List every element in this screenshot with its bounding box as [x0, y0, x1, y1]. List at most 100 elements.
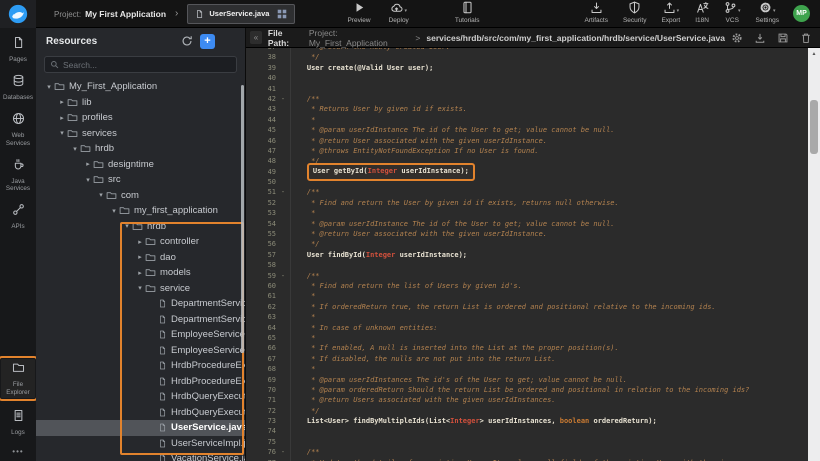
sidebar-item-java-services[interactable]: Java Services [1, 158, 35, 192]
code-line-54[interactable]: 54 * @param userIdInstance The id of the… [246, 219, 808, 229]
code-line-67[interactable]: 67 * If disabled, the nulls are not put … [246, 354, 808, 364]
editor-settings-button[interactable] [731, 32, 743, 44]
preview-button[interactable]: Preview [347, 3, 370, 24]
tree-item-departmentservice-java[interactable]: DepartmentService.java [36, 296, 245, 312]
tree-item-lib[interactable]: ▸lib [36, 95, 245, 111]
code-line-70[interactable]: 70 * @param orderedReturn Should the ret… [246, 385, 808, 395]
code-line-39[interactable]: 39 User create(@Valid User user); [246, 63, 808, 73]
add-resource-button[interactable]: + [200, 34, 215, 49]
code-line-38[interactable]: 38 */ [246, 52, 808, 62]
caret-down-icon[interactable]: ▾ [96, 191, 106, 199]
code-line-75[interactable]: 75 [246, 437, 808, 447]
tree-item-userservice-java[interactable]: UserService.java [36, 420, 245, 436]
tutorials-button[interactable]: Tutorials [455, 3, 480, 24]
security-button[interactable]: Security [623, 3, 646, 24]
collapse-panel-button[interactable]: « [250, 31, 262, 44]
code-line-49[interactable]: 49 User getById(Integer userIdInstance); [246, 167, 808, 177]
code-line-55[interactable]: 55 * @return User associated with the gi… [246, 229, 808, 239]
code-line-65[interactable]: 65 * [246, 333, 808, 343]
tree-item-my-first-application[interactable]: ▾my_first_application [36, 203, 245, 219]
code-line-57[interactable]: 57 User findById(Integer userIdInstance)… [246, 250, 808, 260]
grid-icon[interactable] [277, 9, 287, 19]
code-line-45[interactable]: 45 * @param userIdInstance The id of the… [246, 125, 808, 135]
tree-item-dao[interactable]: ▸dao [36, 250, 245, 266]
tree-item-models[interactable]: ▸models [36, 265, 245, 281]
app-logo-icon[interactable] [0, 0, 36, 28]
sidebar-item-apis[interactable]: APIs [1, 203, 35, 230]
code-line-62[interactable]: 62 * If orderedReturn true, the return L… [246, 302, 808, 312]
code-line-77[interactable]: 77 * Updates the details of an existing … [246, 458, 808, 461]
tree-item-my-first-application[interactable]: ▾My_First_Application [36, 79, 245, 95]
code-line-61[interactable]: 61 * [246, 291, 808, 301]
tree-item-hrdbprocedureexecutorservice-java[interactable]: HrdbProcedureExecutorService.java [36, 358, 245, 374]
code-line-41[interactable]: 41 [246, 84, 808, 94]
code-line-42[interactable]: 42- /** [246, 94, 808, 104]
settings-button[interactable]: ▾Settings [756, 3, 780, 24]
code-line-47[interactable]: 47 * @throws EntityNotFoundException If … [246, 146, 808, 156]
code-line-52[interactable]: 52 * Find and return the User by given i… [246, 198, 808, 208]
tree-item-hrdbqueryexecutorserviceimpl-java[interactable]: HrdbQueryExecutorServiceImpl.java [36, 405, 245, 421]
tab-userservice-java[interactable]: UserService.java [187, 4, 295, 24]
code-line-63[interactable]: 63 * [246, 312, 808, 322]
sidebar-item-databases[interactable]: Databases [1, 74, 35, 101]
delete-file-button[interactable] [800, 32, 812, 44]
tree-item-userserviceimpl-java[interactable]: UserServiceImpl.java [36, 436, 245, 452]
code-line-44[interactable]: 44 * [246, 115, 808, 125]
fold-marker-icon[interactable]: - [276, 447, 290, 457]
code-line-51[interactable]: 51- /** [246, 187, 808, 197]
tree-item-departmentserviceimpl-java[interactable]: DepartmentServiceImpl.java [36, 312, 245, 328]
scroll-up-icon[interactable]: ▲ [808, 48, 820, 57]
sidebar-item-web-services[interactable]: Web Services [1, 112, 35, 146]
code-line-46[interactable]: 46 * @return User associated with the gi… [246, 136, 808, 146]
caret-right-icon[interactable]: ▸ [135, 253, 145, 261]
code-line-64[interactable]: 64 * In case of unknown entities: [246, 323, 808, 333]
code-line-74[interactable]: 74 [246, 426, 808, 436]
code-line-68[interactable]: 68 * [246, 364, 808, 374]
caret-right-icon[interactable]: ▸ [135, 238, 145, 246]
code-line-40[interactable]: 40 [246, 73, 808, 83]
caret-right-icon[interactable]: ▸ [83, 160, 93, 168]
refresh-button[interactable] [181, 35, 193, 47]
tree-item-hrdb[interactable]: ▾hrdb [36, 219, 245, 235]
tree-item-controller[interactable]: ▸controller [36, 234, 245, 250]
i18n-button[interactable]: I18N [695, 3, 709, 24]
caret-down-icon[interactable]: ▾ [70, 145, 80, 153]
caret-down-icon[interactable]: ▾ [135, 284, 145, 292]
tree-item-employeeservice-java[interactable]: EmployeeService.java [36, 327, 245, 343]
caret-down-icon[interactable]: ▾ [57, 129, 67, 137]
download-file-button[interactable] [754, 32, 766, 44]
sidebar-item-pages[interactable]: Pages [1, 36, 35, 63]
tree-item-profiles[interactable]: ▸profiles [36, 110, 245, 126]
tree-item-employeeserviceimpl-java[interactable]: EmployeeServiceImpl.java [36, 343, 245, 359]
tree-item-services[interactable]: ▾services [36, 126, 245, 142]
save-file-button[interactable] [777, 32, 789, 44]
caret-down-icon[interactable]: ▾ [44, 83, 54, 91]
tree-item-designtime[interactable]: ▸designtime [36, 157, 245, 173]
caret-down-icon[interactable]: ▾ [122, 222, 132, 230]
sidebar-item-more[interactable]: ••• [1, 447, 35, 456]
code-line-43[interactable]: 43 * Returns User by given id if exists. [246, 104, 808, 114]
code-line-66[interactable]: 66 * If enabled, A null is inserted into… [246, 343, 808, 353]
tree-item-vacationservice-java[interactable]: VacationService.java [36, 451, 245, 461]
deploy-button[interactable]: ▾Deploy [389, 3, 409, 24]
search-input[interactable] [63, 60, 231, 70]
sidebar-item-file-explorer[interactable]: File Explorer [1, 359, 35, 397]
tree-item-hrdb[interactable]: ▾hrdb [36, 141, 245, 157]
user-avatar[interactable]: MP [793, 5, 810, 22]
project-switcher[interactable]: Project: My First Application [54, 9, 166, 19]
artifacts-button[interactable]: Artifacts [584, 3, 607, 24]
fold-marker-icon[interactable]: - [276, 271, 290, 281]
caret-right-icon[interactable]: ▸ [57, 114, 67, 122]
code-line-72[interactable]: 72 */ [246, 406, 808, 416]
code-line-76[interactable]: 76- /** [246, 447, 808, 457]
code-line-73[interactable]: 73 List<User> findByMultipleIds(List<Int… [246, 416, 808, 426]
tree-scrollbar-thumb[interactable] [241, 85, 244, 353]
code-line-58[interactable]: 58 [246, 260, 808, 270]
tree-item-com[interactable]: ▾com [36, 188, 245, 204]
editor-scrollbar[interactable]: ▲ [808, 48, 820, 461]
code-line-53[interactable]: 53 * [246, 208, 808, 218]
caret-down-icon[interactable]: ▾ [109, 207, 119, 215]
export-button[interactable]: ▾Export [661, 3, 680, 24]
tree-item-service[interactable]: ▾service [36, 281, 245, 297]
tree-item-hrdbprocedureexecutorserviceimpl-java[interactable]: HrdbProcedureExecutorServiceImpl.java [36, 374, 245, 390]
